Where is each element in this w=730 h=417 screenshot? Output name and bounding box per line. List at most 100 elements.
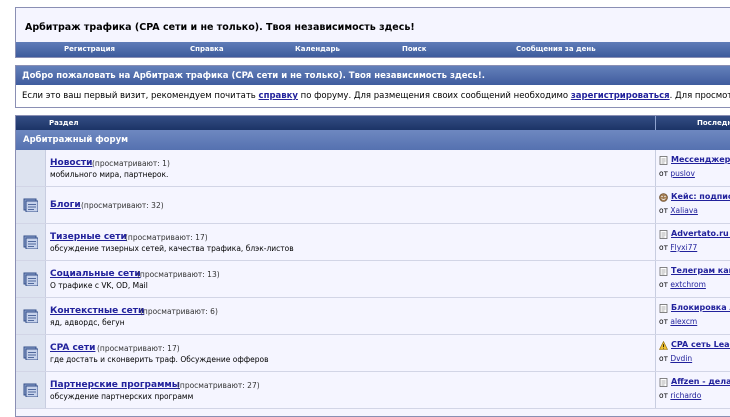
column-last-post: Последн	[697, 119, 730, 127]
doc-icon	[659, 304, 668, 313]
doc-icon	[659, 267, 668, 276]
last-post-title[interactable]: Блокировка Ак	[671, 303, 730, 312]
forum-viewers: (просматривают: 1)	[92, 159, 170, 168]
forum-link[interactable]: Партнерские программы	[50, 380, 180, 390]
forum-info-cell: Партнерские программы (просматривают: 27…	[46, 372, 656, 408]
forum-row: Новости (просматривают: 1) мобильного ми…	[16, 150, 730, 187]
table-header: Раздел Последн	[16, 116, 730, 130]
forum-folder-icon	[23, 346, 38, 360]
welcome-text-3: . Для просмот	[669, 91, 730, 101]
nav-todays-posts[interactable]: Сообщения за день	[516, 45, 596, 53]
welcome-text-2: по форуму. Для размещения своих сообщени…	[297, 91, 571, 101]
forum-info-cell: Новости (просматривают: 1) мобильного ми…	[46, 150, 656, 186]
doc-icon	[659, 156, 668, 165]
nav-help[interactable]: Справка	[190, 45, 224, 53]
register-link[interactable]: зарегистрироваться	[571, 91, 670, 101]
category-row: Арбитражный форум	[16, 130, 730, 150]
forum-description: яд, адвордс, бегун	[50, 318, 125, 327]
forum-folder-icon	[23, 383, 38, 397]
forum-info-cell: Блоги (просматривают: 32)	[46, 187, 656, 223]
forum-row: CPA сети (просматривают: 17) где достать…	[16, 335, 730, 372]
welcome-panel: Добро пожаловать на Арбитраж трафика (CP…	[15, 65, 730, 108]
forum-link[interactable]: Блоги	[50, 200, 81, 210]
forum-status-cell	[16, 150, 46, 186]
forum-row: Тизерные сети (просматривают: 17) обсужд…	[16, 224, 730, 261]
navbar: Регистрация Справка Календарь Поиск Сооб…	[16, 42, 730, 57]
forum-row: Социальные сети (просматривают: 13) О тр…	[16, 261, 730, 298]
last-post-by-prefix: от	[659, 354, 671, 363]
forum-folder-icon	[23, 235, 38, 249]
last-post-by-prefix: от	[659, 391, 671, 400]
last-post-cell: Кейс: подписк от Xaliava	[656, 187, 730, 223]
forum-link[interactable]: CPA сети	[50, 343, 95, 353]
last-post-cell: Advertato.ru - от Flyxi77	[656, 224, 730, 260]
forum-viewers: (просматривают: 32)	[81, 201, 164, 210]
forum-row: Партнерские программы (просматривают: 27…	[16, 372, 730, 409]
last-post-title[interactable]: CPA сеть Lead	[671, 340, 730, 349]
last-post-by: от Flyxi77	[659, 243, 697, 252]
last-post-by: от Xaliava	[659, 206, 698, 215]
forum-status-cell	[16, 187, 46, 223]
forum-description: мобильного мира, партнерок.	[50, 170, 169, 179]
last-post-author[interactable]: Flyxi77	[670, 243, 697, 252]
doc-icon	[659, 378, 668, 387]
last-post-title[interactable]: Advertato.ru -	[671, 229, 730, 238]
forum-row: Блоги (просматривают: 32) Кейс: подписк …	[16, 187, 730, 224]
forum-info-cell: Социальные сети (просматривают: 13) О тр…	[46, 261, 656, 297]
last-post-author[interactable]: extchrom	[670, 280, 706, 289]
forum-header: Арбитраж трафика (CPA сети и не только).…	[15, 7, 730, 58]
forum-status-cell	[16, 224, 46, 260]
forum-info-cell: Контекстные сети (просматривают: 6) яд, …	[46, 298, 656, 334]
last-post-by: от alexcm	[659, 317, 697, 326]
forum-link[interactable]: Тизерные сети	[50, 232, 127, 242]
forum-info-cell: CPA сети (просматривают: 17) где достать…	[46, 335, 656, 371]
doc-icon	[659, 230, 668, 239]
forum-viewers: (просматривают: 17)	[97, 344, 180, 353]
nav-register[interactable]: Регистрация	[64, 45, 115, 53]
faq-link[interactable]: справку	[259, 91, 298, 101]
last-post-author[interactable]: alexcm	[670, 317, 697, 326]
smiley-icon	[659, 193, 668, 202]
last-post-author[interactable]: Xaliava	[670, 206, 698, 215]
forum-link[interactable]: Социальные сети	[50, 269, 141, 279]
last-post-by: от puslov	[659, 169, 695, 178]
forum-viewers: (просматривают: 27)	[177, 381, 260, 390]
site-title: Арбитраж трафика (CPA сети и не только).…	[25, 22, 415, 33]
forum-description: обсуждение партнерских программ	[50, 392, 194, 401]
last-post-by: от Dvdin	[659, 354, 692, 363]
forum-link[interactable]: Контекстные сети	[50, 306, 144, 316]
last-post-author[interactable]: puslov	[670, 169, 695, 178]
last-post-by-prefix: от	[659, 169, 671, 178]
last-post-title[interactable]: Кейс: подписк	[671, 192, 730, 201]
forum-status-cell	[16, 298, 46, 334]
last-post-by-prefix: от	[659, 206, 671, 215]
last-post-cell: Мессенджер Т от puslov	[656, 150, 730, 186]
forum-viewers: (просматривают: 17)	[125, 233, 208, 242]
last-post-author[interactable]: Dvdin	[670, 354, 692, 363]
welcome-heading: Добро пожаловать на Арбитраж трафика (CP…	[22, 71, 486, 81]
last-post-title[interactable]: Телеграм кана	[671, 266, 730, 275]
last-post-author[interactable]: richardo	[670, 391, 701, 400]
column-divider	[655, 116, 656, 130]
warning-icon	[659, 341, 668, 350]
nav-calendar[interactable]: Календарь	[295, 45, 340, 53]
last-post-cell: CPA сеть Lead от Dvdin	[656, 335, 730, 371]
nav-search[interactable]: Поиск	[402, 45, 426, 53]
column-section: Раздел	[49, 119, 79, 127]
last-post-title[interactable]: Affzen - делай	[671, 377, 730, 386]
forum-table: Раздел Последн Арбитражный форум Новости…	[15, 115, 730, 417]
forum-description: обсуждение тизерных сетей, качества траф…	[50, 244, 294, 253]
last-post-cell: Телеграм кана от extchrom	[656, 261, 730, 297]
welcome-text-1: Если это ваш первый визит, рекомендуем п…	[22, 91, 259, 101]
forum-viewers: (просматривают: 6)	[140, 307, 218, 316]
forum-viewers: (просматривают: 13)	[137, 270, 220, 279]
last-post-by: от extchrom	[659, 280, 706, 289]
forum-status-cell	[16, 261, 46, 297]
welcome-header: Добро пожаловать на Арбитраж трафика (CP…	[16, 66, 730, 85]
forum-folder-icon	[23, 272, 38, 286]
category-title[interactable]: Арбитражный форум	[23, 135, 128, 145]
welcome-text: Если это ваш первый визит, рекомендуем п…	[22, 91, 730, 101]
forum-status-cell	[16, 335, 46, 371]
forum-link[interactable]: Новости	[50, 158, 92, 168]
last-post-title[interactable]: Мессенджер Т	[671, 155, 730, 164]
